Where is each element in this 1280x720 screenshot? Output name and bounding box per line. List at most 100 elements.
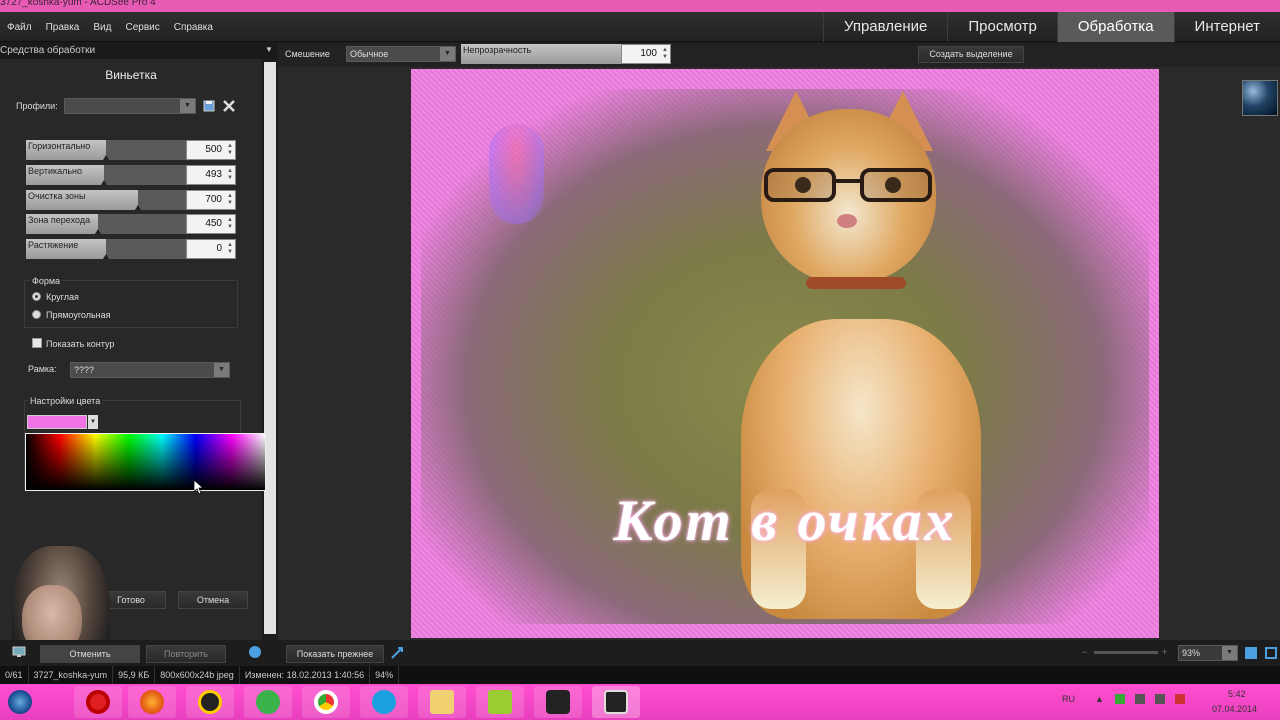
opacity-value-input[interactable]: 100 ▲ ▼ xyxy=(621,44,671,64)
color-picker-spectrum[interactable] xyxy=(25,433,266,491)
slider-value-input[interactable]: 500 ▲ ▼ xyxy=(186,140,236,160)
show-outline-checkbox[interactable] xyxy=(32,338,42,348)
radio-rect[interactable] xyxy=(32,310,41,319)
chevron-down-icon: ▼ xyxy=(214,363,229,377)
slider-stretch[interactable]: Растяжение 0 ▲ ▼ xyxy=(26,239,236,259)
slider-knob[interactable] xyxy=(135,205,141,210)
tab-view[interactable]: Просмотр xyxy=(947,12,1057,42)
daemon-tools-icon[interactable] xyxy=(186,686,234,718)
menu-help[interactable]: Справка xyxy=(167,22,220,33)
slider-value-input[interactable]: 450 ▲ ▼ xyxy=(186,214,236,234)
monitor-icon[interactable] xyxy=(12,646,26,658)
frame-select[interactable]: ???? ▼ xyxy=(70,362,230,378)
status-zoom: 94% xyxy=(370,666,400,684)
power-icon[interactable] xyxy=(1175,694,1185,704)
mail-agent-icon[interactable] xyxy=(244,686,292,718)
tab-online[interactable]: Интернет xyxy=(1173,12,1280,42)
slider-value-input[interactable]: 0 ▲ ▼ xyxy=(186,239,236,259)
network-icon[interactable] xyxy=(1115,694,1125,704)
menu-tools[interactable]: Сервис xyxy=(118,22,166,33)
chevron-down-icon: ▼ xyxy=(440,47,455,61)
slider-knob[interactable] xyxy=(101,180,108,185)
slider-knob[interactable] xyxy=(103,155,109,160)
slider-label: Вертикально xyxy=(28,166,83,176)
show-outline-label: Показать контур xyxy=(46,339,115,349)
panel-scroll-thumb[interactable] xyxy=(264,62,276,634)
tab-develop[interactable]: Обработка xyxy=(1056,12,1174,42)
frame-value: ???? xyxy=(74,365,95,375)
expand-icon[interactable] xyxy=(390,646,404,660)
profiles-select[interactable]: ▼ xyxy=(64,98,196,114)
undo-button[interactable]: Отменить xyxy=(40,645,140,663)
create-selection-button[interactable]: Создать выделение xyxy=(918,46,1024,63)
status-bar: 0/61 3727_koshka-yum 95,9 КБ 800x600x24b… xyxy=(0,666,1280,684)
opera-icon[interactable] xyxy=(74,686,122,718)
zoom-value: 93% xyxy=(1182,648,1201,658)
radio-round[interactable] xyxy=(32,292,41,301)
chevron-down-icon: ▼ xyxy=(180,99,195,113)
status-index: 0/61 xyxy=(0,666,29,684)
menu-file[interactable]: Файл xyxy=(0,22,39,33)
menu-edit[interactable]: Правка xyxy=(39,22,87,33)
slider-vertical[interactable]: Вертикально 493 ▲ ▼ xyxy=(26,165,236,185)
cancel-button[interactable]: Отмена xyxy=(178,591,248,609)
opacity-slider[interactable]: Непрозрачность 100 ▲ ▼ xyxy=(461,44,671,64)
slider-knob[interactable] xyxy=(103,254,109,259)
blend-select[interactable]: Обычное ▼ xyxy=(346,46,456,62)
redo-button[interactable]: Повторить xyxy=(146,645,226,663)
actual-size-icon[interactable] xyxy=(1265,647,1277,659)
opacity-label: Непрозрачность xyxy=(463,45,532,55)
fit-icon[interactable] xyxy=(1245,647,1257,659)
zoom-out-icon[interactable]: − xyxy=(1082,647,1087,657)
status-dimensions: 800x600x24b jpeg xyxy=(155,666,240,684)
slider-value-input[interactable]: 493 ▲ ▼ xyxy=(186,165,236,185)
blend-value: Обычное xyxy=(350,49,389,59)
skype-icon[interactable] xyxy=(360,686,408,718)
profiles-label: Профили: xyxy=(16,101,58,111)
start-button[interactable] xyxy=(0,686,40,718)
slider-clear-zone[interactable]: Очистка зоны 700 ▲ ▼ xyxy=(26,190,236,210)
clock-time[interactable]: 5:42 xyxy=(1228,689,1246,699)
slider-transition-zone[interactable]: Зона перехода 450 ▲ ▼ xyxy=(26,214,236,234)
panel-title: Средства обработки xyxy=(0,45,96,56)
help-icon[interactable] xyxy=(249,646,261,658)
clock-date[interactable]: 07.04.2014 xyxy=(1212,704,1257,714)
show-before-button[interactable]: Показать прежнее xyxy=(286,645,384,663)
frame-label: Рамка: xyxy=(28,364,57,374)
delete-profile-icon[interactable] xyxy=(222,99,236,113)
tray-icon[interactable] xyxy=(1135,694,1145,704)
radio-round-label: Круглая xyxy=(46,292,79,302)
firefox-icon[interactable] xyxy=(128,686,176,718)
navigator-thumbnail[interactable] xyxy=(1242,80,1278,116)
panel-menu-icon[interactable]: ▼ xyxy=(265,45,273,54)
tab-manage[interactable]: Управление xyxy=(822,12,947,42)
panel-heading: Виньетка xyxy=(105,68,157,82)
zoom-slider[interactable] xyxy=(1094,651,1158,654)
slider-value-input[interactable]: 700 ▲ ▼ xyxy=(186,190,236,210)
status-modified: Изменен: 18.02.2013 1:40:56 xyxy=(240,666,371,684)
slider-horizontal[interactable]: Горизонтально 500 ▲ ▼ xyxy=(26,140,236,160)
notes-icon[interactable] xyxy=(476,686,524,718)
zoom-select[interactable]: 93% ▼ xyxy=(1178,645,1238,661)
acdsee-icon[interactable] xyxy=(592,686,640,718)
slider-knob[interactable] xyxy=(95,229,101,234)
language-indicator[interactable]: RU xyxy=(1062,694,1075,704)
volume-icon[interactable] xyxy=(1155,694,1165,704)
status-filesize: 95,9 КБ xyxy=(113,666,156,684)
save-profile-icon[interactable] xyxy=(203,100,215,112)
radio-rect-label: Прямоугольная xyxy=(46,310,111,320)
chrome-icon[interactable] xyxy=(302,686,350,718)
slider-label: Очистка зоны xyxy=(28,191,86,201)
cartoon-sprite xyxy=(489,124,544,224)
explorer-icon[interactable] xyxy=(418,686,466,718)
image-canvas[interactable]: Кот в очках xyxy=(411,69,1159,638)
window-title: 3727_koshka-yum - ACDSee Pro 4 xyxy=(0,0,156,8)
title-bar: 3727_koshka-yum - ACDSee Pro 4 xyxy=(0,0,1280,12)
color-swatch[interactable] xyxy=(27,415,87,429)
menu-view[interactable]: Вид xyxy=(86,22,118,33)
chevron-down-icon[interactable]: ▼ xyxy=(88,415,98,429)
video-camera-icon[interactable] xyxy=(534,686,582,718)
mouse-cursor-icon xyxy=(194,480,204,494)
tray-arrow-icon[interactable]: ▲ xyxy=(1095,694,1104,704)
zoom-in-icon[interactable]: + xyxy=(1162,647,1167,657)
